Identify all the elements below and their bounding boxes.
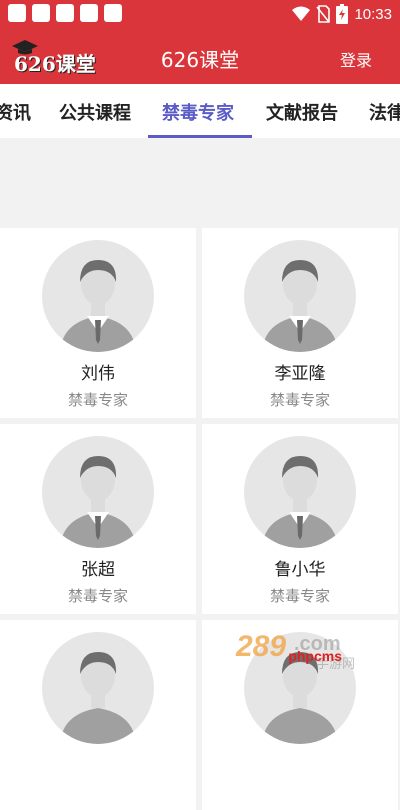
clock: 10:33: [354, 5, 392, 23]
banner-area: [0, 138, 400, 226]
app-bar: 626课堂 626课堂 登录: [0, 30, 400, 84]
notification-icon: [56, 4, 74, 22]
notification-icon: [80, 4, 98, 22]
notification-icon: [8, 4, 26, 22]
avatar-placeholder-icon: [42, 240, 154, 352]
expert-card[interactable]: 刘伟 禁毒专家: [0, 228, 196, 418]
expert-card[interactable]: 鲁小华 禁毒专家: [202, 424, 398, 614]
tab-news[interactable]: 资讯: [0, 99, 31, 125]
category-tabs: 资讯 公共课程 禁毒专家 文献报告 法律: [0, 84, 400, 138]
expert-card[interactable]: [0, 620, 196, 810]
login-button[interactable]: 登录: [340, 47, 372, 71]
battery-icon: [336, 4, 349, 24]
notification-icons: [8, 4, 122, 22]
no-sim-icon: [316, 5, 331, 23]
wifi-icon: [292, 6, 311, 21]
status-bar: 10:33: [0, 0, 400, 30]
expert-name: 张超: [81, 560, 115, 580]
expert-title: 禁毒专家: [269, 587, 330, 605]
expert-title: 禁毒专家: [67, 587, 128, 605]
tab-literature-reports[interactable]: 文献报告: [266, 99, 338, 125]
watermark-site: phpcms: [288, 648, 342, 664]
watermark: 289 .com 手游网 phpcms: [232, 628, 392, 678]
tab-experts[interactable]: 禁毒专家: [162, 99, 234, 125]
avatar-placeholder-icon: [244, 436, 356, 548]
expert-title: 禁毒专家: [269, 391, 330, 409]
logo-text: 626课堂: [14, 52, 96, 76]
notification-icon: [104, 4, 122, 22]
app-logo[interactable]: 626课堂: [8, 38, 108, 76]
avatar-placeholder-icon: [42, 436, 154, 548]
expert-name: 刘伟: [81, 364, 115, 384]
expert-card[interactable]: 李亚隆 禁毒专家: [202, 228, 398, 418]
expert-name: 鲁小华: [274, 560, 326, 580]
tab-public-courses[interactable]: 公共课程: [59, 99, 131, 125]
avatar-placeholder-icon: [244, 240, 356, 352]
avatar-placeholder-icon: [42, 632, 154, 744]
expert-title: 禁毒专家: [67, 391, 128, 409]
watermark-number: 289: [235, 630, 286, 663]
tab-law[interactable]: 法律: [369, 99, 400, 125]
expert-name: 李亚隆: [274, 364, 326, 384]
notification-icon: [32, 4, 50, 22]
expert-card[interactable]: 张超 禁毒专家: [0, 424, 196, 614]
